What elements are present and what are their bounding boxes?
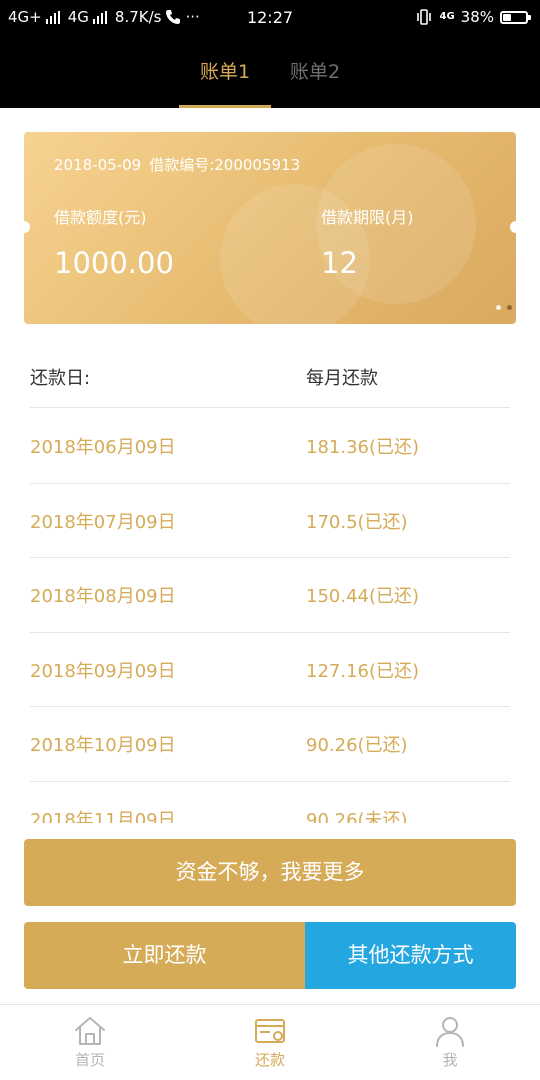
- app-header: 4G+ 4G 8.7K/s ··· 12:27 4G 38% 账单1 账单2: [0, 0, 540, 108]
- nav-item-home[interactable]: 首页: [30, 1015, 150, 1070]
- wallet-icon: [255, 1019, 285, 1043]
- row-amount: 90.26(未还): [306, 809, 408, 824]
- row-amount: 90.26(已还): [306, 735, 408, 756]
- row-amount: 181.36(已还): [306, 437, 420, 458]
- table-row: 2018年07月09日 170.5(已还): [30, 484, 510, 558]
- bottom-nav: 首页 还款 我: [0, 1004, 540, 1080]
- table-row: 2018年09月09日 127.16(已还): [30, 633, 510, 707]
- home-icon: [75, 1017, 105, 1045]
- status-bar: 4G+ 4G 8.7K/s ··· 12:27 4G 38%: [0, 0, 540, 36]
- card-notch: [510, 221, 516, 233]
- row-date: 2018年07月09日: [30, 511, 176, 533]
- tab-bill-1[interactable]: 账单1: [179, 56, 271, 108]
- status-right: 4G 38%: [415, 8, 531, 26]
- battery-percent: 38%: [460, 8, 494, 26]
- active-tab-indicator: [179, 105, 271, 108]
- header-monthly-payment: 每月还款: [306, 368, 378, 389]
- loan-card[interactable]: 2018-05-09 借款编号:200005913 借款额度(元) 借款期限(月)…: [24, 132, 516, 324]
- nav-label-repay: 还款: [254, 1051, 285, 1069]
- row-date: 2018年11月09日: [30, 809, 176, 824]
- loan-number: 借款编号:200005913: [149, 156, 301, 174]
- battery-icon: [500, 10, 531, 24]
- row-date: 2018年08月09日: [30, 586, 176, 607]
- table-row: 2018年10月09日 90.26(已还): [30, 707, 510, 782]
- table-row: 2018年11月09日 90.26(未还): [30, 782, 510, 824]
- nav-item-repay[interactable]: 还款: [210, 1015, 330, 1070]
- bill-tabs: 账单1 账单2: [0, 56, 540, 108]
- row-date: 2018年06月09日: [30, 437, 176, 458]
- network-label-small: 4G: [439, 11, 455, 22]
- carousel-dot[interactable]: [496, 305, 501, 310]
- repayment-table-header: 还款日: 每月还款: [30, 352, 510, 408]
- loan-date: 2018-05-09: [54, 156, 142, 174]
- other-repay-methods-button[interactable]: 其他还款方式: [305, 922, 516, 989]
- row-date: 2018年10月09日: [30, 735, 176, 756]
- loan-meta: 2018-05-09 借款编号:200005913: [54, 154, 300, 175]
- carousel-dots: [496, 305, 512, 310]
- loan-amount-label: 借款额度(元): [54, 208, 147, 227]
- more-funds-button[interactable]: 资金不够，我要更多: [24, 839, 516, 906]
- table-row: 2018年06月09日 181.36(已还): [30, 409, 510, 484]
- row-date: 2018年09月09日: [30, 660, 176, 682]
- row-amount: 150.44(已还): [306, 586, 420, 607]
- nav-label-home: 首页: [74, 1051, 105, 1069]
- loan-term-label: 借款期限(月): [321, 208, 414, 227]
- repayment-list[interactable]: 2018年06月09日 181.36(已还) 2018年07月09日 170.5…: [30, 409, 510, 823]
- table-row: 2018年08月09日 150.44(已还): [30, 558, 510, 633]
- nav-item-me[interactable]: 我: [390, 1015, 510, 1070]
- loan-amount-value: 1000.00: [54, 246, 174, 280]
- repay-now-button[interactable]: 立即还款: [24, 922, 305, 989]
- row-amount: 127.16(已还): [306, 660, 420, 682]
- row-amount: 170.5(已还): [306, 511, 408, 533]
- vibrate-icon: [417, 9, 432, 25]
- tab-bill-2[interactable]: 账单2: [277, 56, 353, 108]
- header-repay-date: 还款日:: [30, 368, 91, 389]
- carousel-dot-active[interactable]: [507, 305, 512, 310]
- card-notch: [24, 221, 30, 233]
- loan-term-value: 12: [321, 246, 358, 280]
- nav-label-me: 我: [442, 1051, 458, 1069]
- user-icon: [436, 1017, 464, 1047]
